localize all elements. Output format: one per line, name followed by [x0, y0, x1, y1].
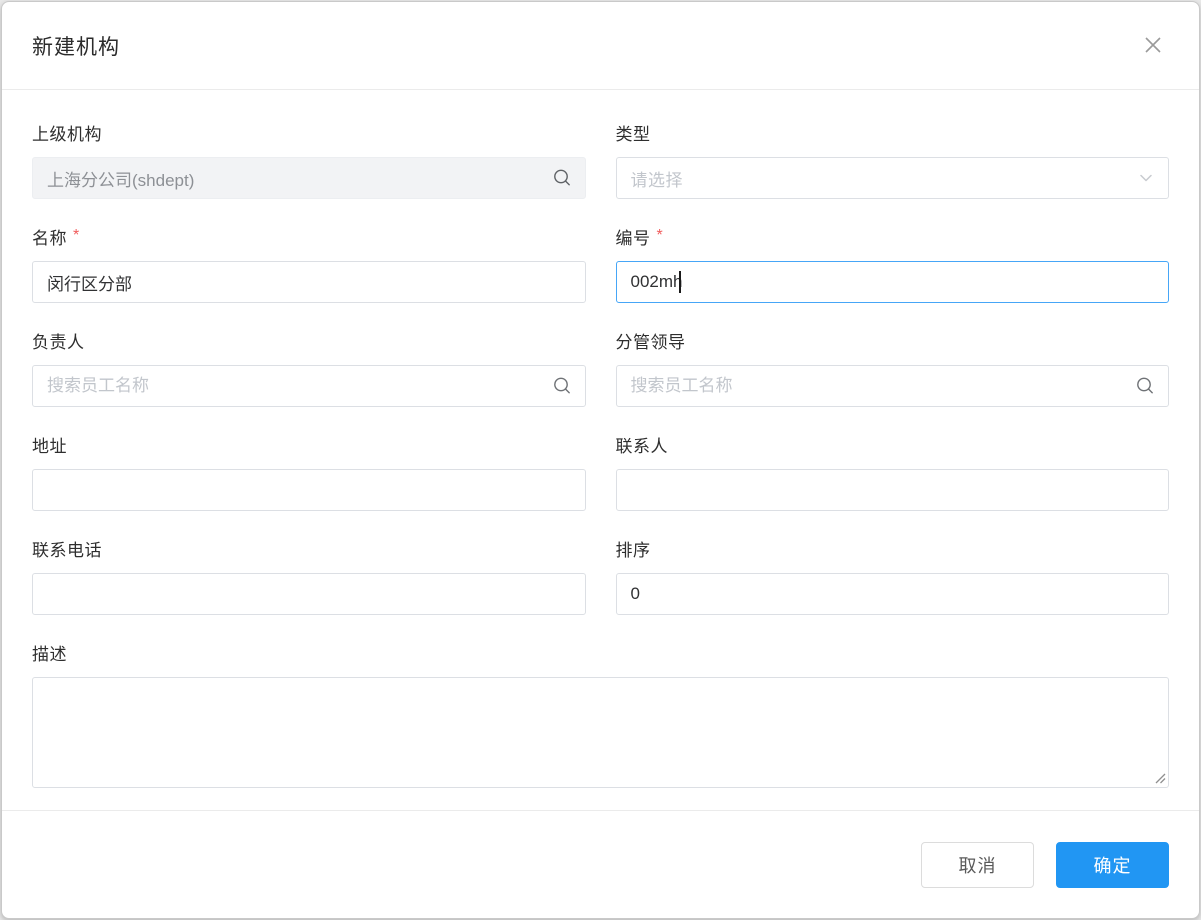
search-icon	[553, 377, 572, 396]
dialog-header: 新建机构	[2, 2, 1199, 90]
field-manager: 负责人	[32, 330, 586, 407]
field-address: 地址	[32, 434, 586, 511]
field-parent-org: 上级机构	[32, 122, 586, 199]
search-icon	[1136, 377, 1155, 396]
new-org-dialog: 新建机构 上级机构 类型	[1, 1, 1200, 919]
dialog-footer: 取消 确定	[2, 810, 1199, 918]
field-sort: 排序	[616, 538, 1170, 615]
field-leader: 分管领导	[616, 330, 1170, 407]
dialog-body: 上级机构 类型 请选择	[2, 90, 1199, 810]
contact-label: 联系人	[616, 434, 1170, 454]
field-name: 名称 *	[32, 226, 586, 303]
address-label: 地址	[32, 434, 586, 454]
field-type: 类型 请选择	[616, 122, 1170, 199]
close-button[interactable]	[1139, 32, 1167, 60]
name-label: 名称 *	[32, 226, 586, 246]
cancel-button[interactable]: 取消	[921, 842, 1034, 888]
close-icon	[1141, 33, 1165, 60]
description-label: 描述	[32, 642, 1169, 662]
field-phone: 联系电话	[32, 538, 586, 615]
leader-label: 分管领导	[616, 330, 1170, 350]
manager-search-input[interactable]	[32, 365, 586, 407]
address-input[interactable]	[32, 469, 586, 511]
sort-input[interactable]	[616, 573, 1170, 615]
leader-search-input[interactable]	[616, 365, 1170, 407]
type-select-placeholder: 请选择	[631, 166, 684, 191]
code-input[interactable]	[616, 261, 1170, 303]
form-row-5: 联系电话 排序	[32, 538, 1169, 615]
text-caret	[679, 271, 681, 293]
confirm-button[interactable]: 确定	[1056, 842, 1169, 888]
name-input[interactable]	[32, 261, 586, 303]
type-label: 类型	[616, 122, 1170, 142]
parent-org-input[interactable]	[32, 157, 586, 199]
form-row-2: 名称 * 编号 *	[32, 226, 1169, 303]
field-contact: 联系人	[616, 434, 1170, 511]
phone-label: 联系电话	[32, 538, 586, 558]
required-asterisk: *	[73, 227, 80, 245]
field-code: 编号 *	[616, 226, 1170, 303]
required-asterisk: *	[657, 227, 664, 245]
form-row-6: 描述	[32, 642, 1169, 793]
phone-input[interactable]	[32, 573, 586, 615]
form-row-3: 负责人 分管领导	[32, 330, 1169, 407]
description-textarea[interactable]	[32, 677, 1169, 788]
search-icon	[553, 169, 572, 188]
form-row-4: 地址 联系人	[32, 434, 1169, 511]
form-row-1: 上级机构 类型 请选择	[32, 122, 1169, 199]
chevron-down-icon	[1138, 170, 1154, 186]
type-select[interactable]: 请选择	[616, 157, 1170, 199]
sort-label: 排序	[616, 538, 1170, 558]
dialog-title: 新建机构	[32, 31, 120, 61]
contact-input[interactable]	[616, 469, 1170, 511]
code-label: 编号 *	[616, 226, 1170, 246]
parent-org-label: 上级机构	[32, 122, 586, 142]
manager-label: 负责人	[32, 330, 586, 350]
field-description: 描述	[32, 642, 1169, 793]
